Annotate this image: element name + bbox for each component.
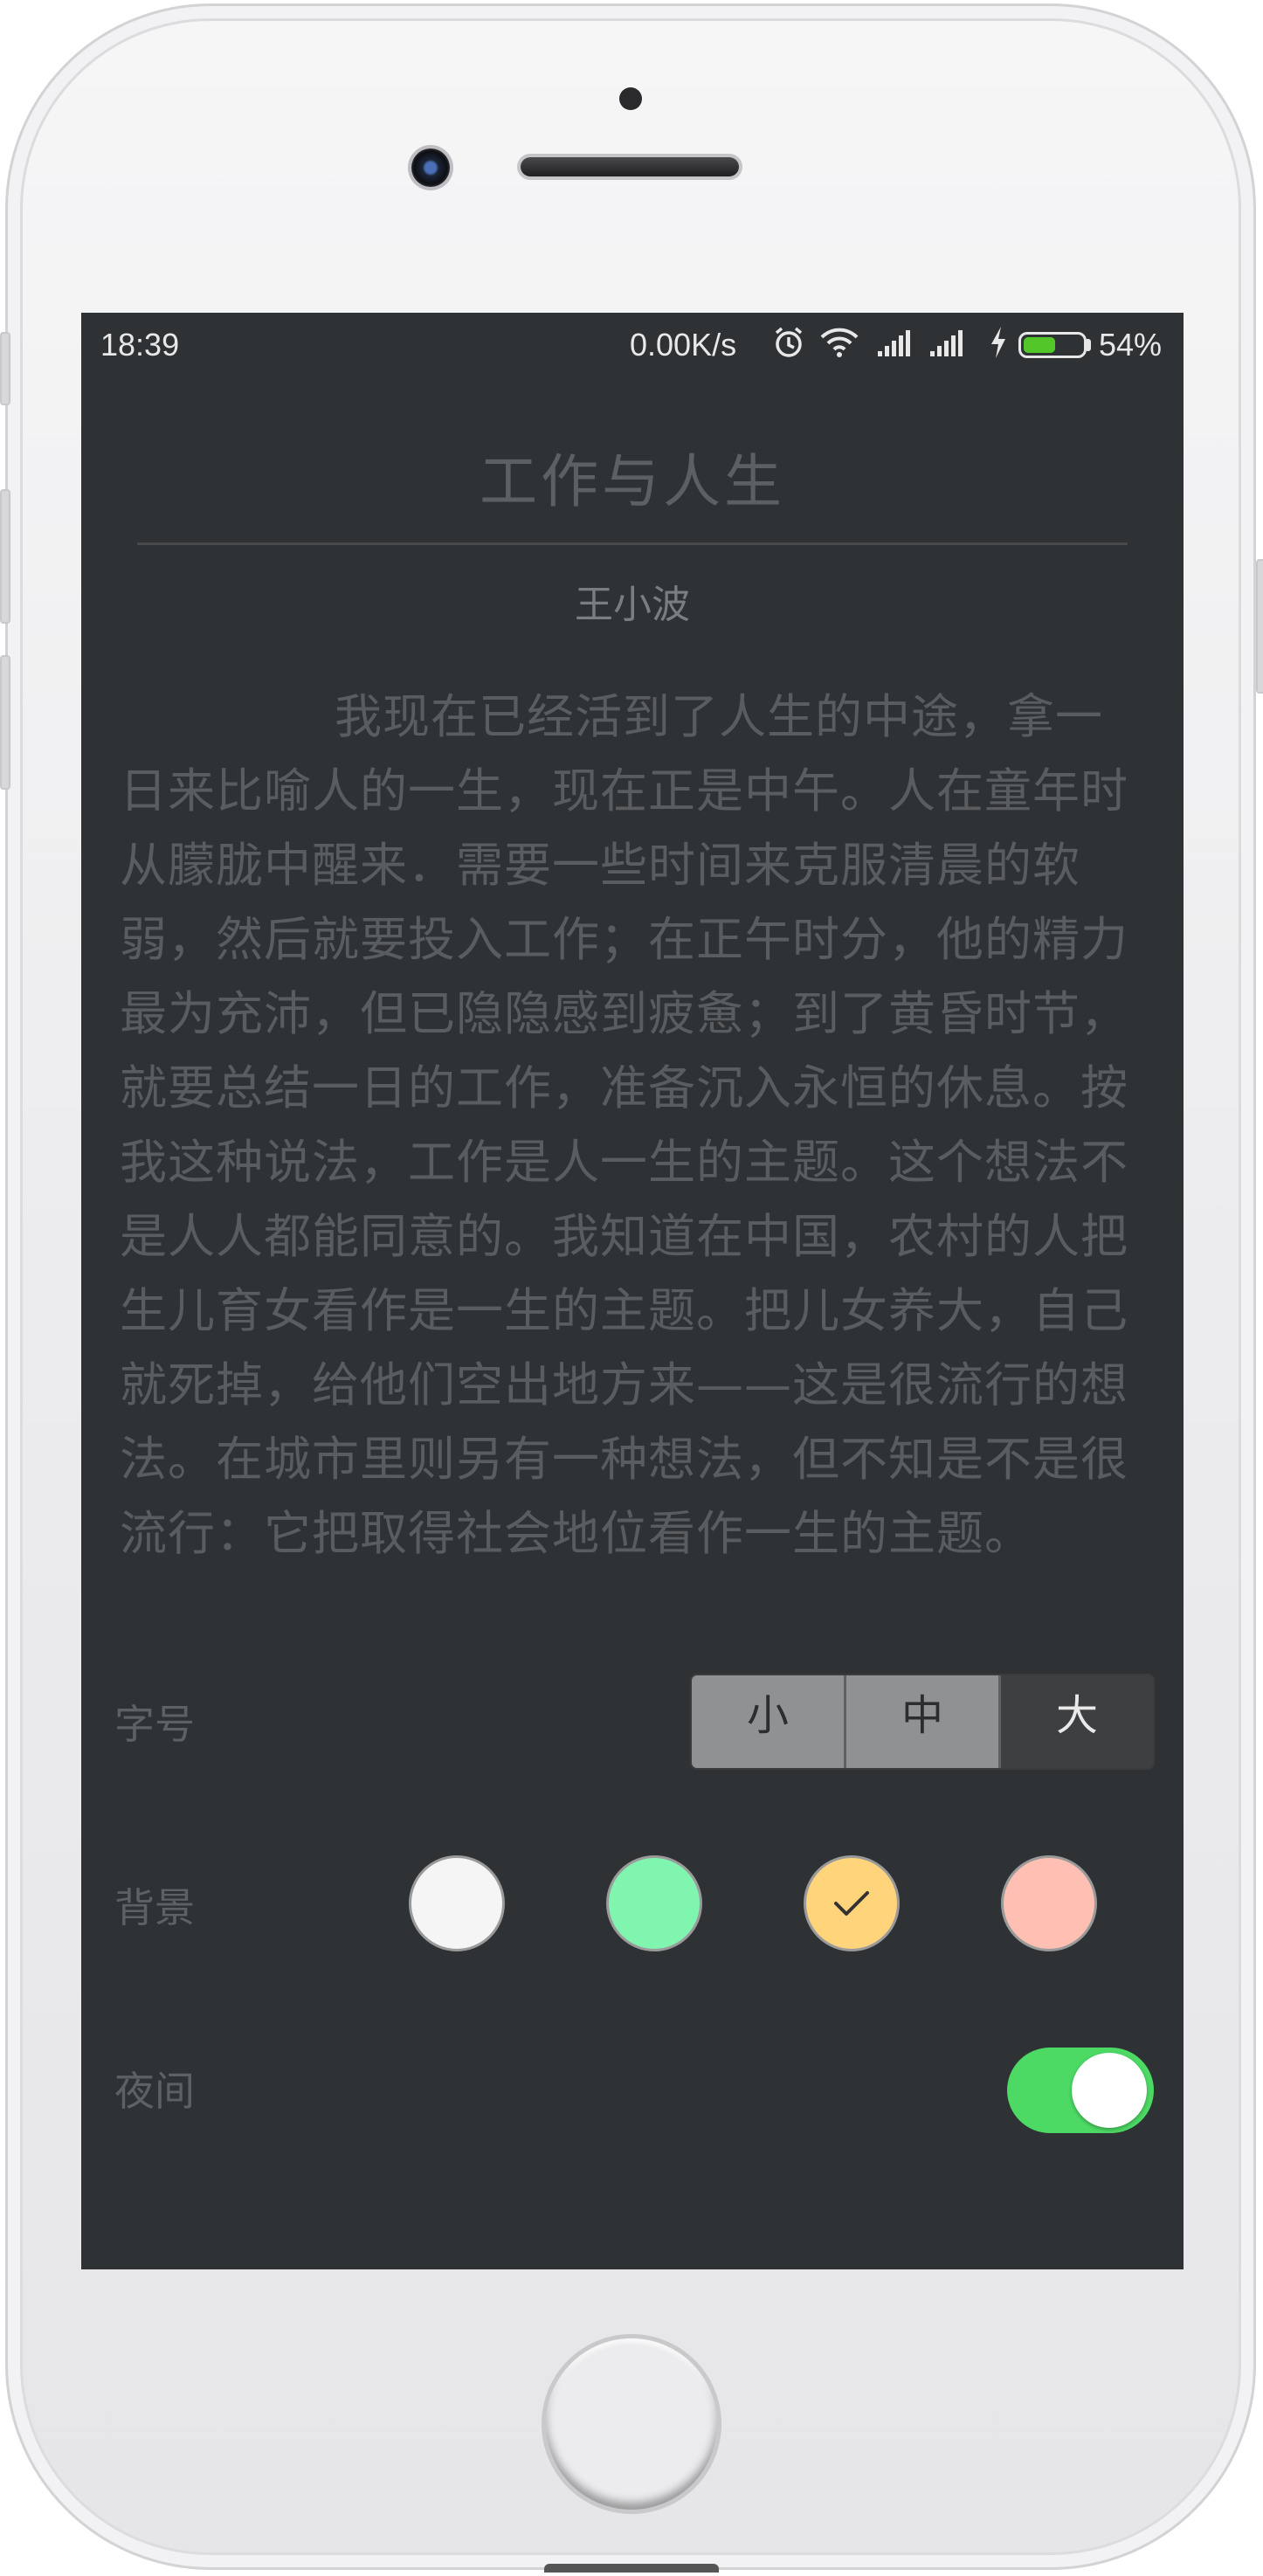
checkmark-icon — [834, 1891, 869, 1916]
battery-tip — [1087, 339, 1091, 351]
earpiece-speaker — [521, 157, 739, 176]
volume-down-button — [0, 655, 10, 790]
power-button — [1256, 559, 1263, 694]
font-size-large-option[interactable]: 大 — [998, 1675, 1153, 1768]
home-button[interactable] — [546, 2338, 717, 2510]
status-net-speed: 0.00K/s — [630, 327, 737, 363]
night-mode-toggle[interactable] — [1007, 2048, 1154, 2133]
silent-switch — [0, 332, 10, 405]
front-camera — [411, 148, 450, 187]
font-size-segmented-control: 小 中 大 — [690, 1674, 1155, 1770]
background-yellow-swatch[interactable] — [804, 1855, 900, 1951]
signal-icon — [928, 325, 967, 360]
font-size-medium-option[interactable]: 中 — [844, 1675, 998, 1768]
wifi-icon — [819, 325, 859, 360]
proximity-sensor — [619, 87, 642, 110]
background-white-swatch[interactable] — [409, 1855, 505, 1951]
font-size-label: 字号 — [114, 1701, 195, 1748]
status-battery-percent: 54% — [1099, 327, 1163, 363]
alarm-icon — [771, 325, 806, 360]
status-bar: 18:39 0.00K/s 54% — [81, 313, 1184, 379]
background-green-swatch[interactable] — [606, 1855, 702, 1951]
signal-icon — [876, 325, 914, 360]
lightning-port — [544, 2564, 719, 2573]
article-author: 王小波 — [575, 583, 690, 627]
article-title: 工作与人生 — [480, 448, 785, 515]
background-pink-swatch[interactable] — [1001, 1855, 1097, 1951]
battery-icon — [1018, 332, 1087, 358]
toggle-knob — [1072, 2053, 1147, 2128]
night-mode-label: 夜间 — [114, 2068, 195, 2115]
volume-up-button — [0, 489, 10, 624]
title-divider — [137, 542, 1128, 545]
font-size-small-option[interactable]: 小 — [692, 1675, 844, 1768]
status-time: 18:39 — [100, 327, 180, 363]
app-screen: 18:39 0.00K/s 54% 工作与人生 王小波 我现在已经活到了人生的中… — [81, 313, 1184, 2269]
background-label: 背景 — [114, 1884, 195, 1931]
charging-icon — [988, 325, 1009, 360]
battery-level — [1024, 337, 1055, 353]
